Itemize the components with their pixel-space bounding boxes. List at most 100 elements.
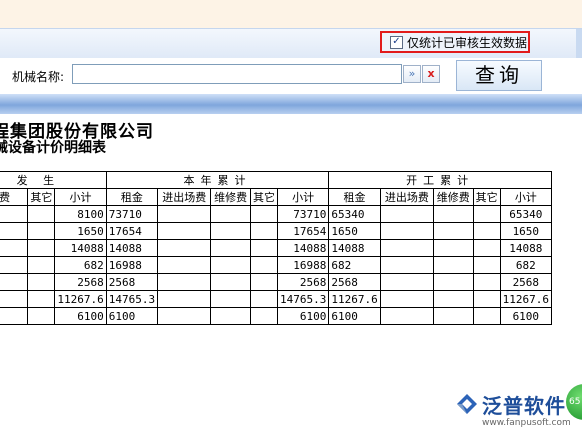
cell-year-other <box>250 205 278 223</box>
group-current: 发 生 <box>0 171 107 189</box>
cell-year-in-out <box>157 273 212 291</box>
cell-year-repair <box>210 273 251 291</box>
cell-year-in-out <box>157 205 212 223</box>
cell-year-in-out <box>157 290 212 308</box>
cell-year-subtotal: 17654 <box>276 222 330 240</box>
col-start-other: 其它 <box>472 188 501 206</box>
machine-name-label: 机械名称: <box>12 70 65 84</box>
col-year-repair: 维修费 <box>210 188 251 206</box>
cell-current-other <box>27 256 56 274</box>
group-year-to-date: 本年累计 <box>105 171 330 189</box>
cell-year-subtotal: 14088 <box>276 239 330 257</box>
col-year-subtotal: 小计 <box>276 188 330 206</box>
report-toolbar-band <box>0 94 582 114</box>
cell-start-subtotal: 11267.6 <box>499 290 553 308</box>
cell-year-other <box>250 273 278 291</box>
cell-year-rent: 14088 <box>105 239 159 257</box>
cell-current-subtotal: 11267.6 <box>54 290 107 308</box>
cell-current-subtotal: 1650 <box>54 222 107 240</box>
cell-start-in-out <box>379 273 434 291</box>
report-title: 械设备计价明细表 <box>0 140 106 156</box>
cell-start-repair <box>432 256 474 274</box>
cell-start-rent: 2568 <box>328 273 381 291</box>
cell-current-other <box>27 307 56 325</box>
cell-start-subtotal: 1650 <box>499 222 553 240</box>
cell-year-rent: 6100 <box>105 307 159 325</box>
cell-start-rent: 6100 <box>328 307 381 325</box>
cell-start-in-out <box>379 307 434 325</box>
col-other: 其它 <box>27 188 56 206</box>
cell-start-rent: 682 <box>328 256 381 274</box>
cell-year-subtotal: 6100 <box>276 307 330 325</box>
cell-current-subtotal: 8100 <box>54 205 107 223</box>
cell-start-subtotal: 6100 <box>499 307 553 325</box>
cell-current-repair <box>0 290 29 308</box>
cell-start-in-out <box>379 222 434 240</box>
cell-current-subtotal: 14088 <box>54 239 107 257</box>
col-start-in-out: 进出场费 <box>379 188 434 206</box>
col-year-in-out: 进出场费 <box>157 188 212 206</box>
col-start-rent: 租金 <box>328 188 381 206</box>
cell-start-subtotal: 2568 <box>499 273 553 291</box>
cell-year-in-out <box>157 239 212 257</box>
cell-start-other <box>472 307 501 325</box>
brand-mark-icon <box>457 394 477 414</box>
brand-url: www.fanpusoft.com <box>482 418 571 428</box>
cell-start-repair <box>432 273 474 291</box>
cell-year-other <box>250 307 278 325</box>
machine-name-input[interactable] <box>72 64 402 84</box>
cell-year-subtotal: 16988 <box>276 256 330 274</box>
cell-start-subtotal: 682 <box>499 256 553 274</box>
cell-start-in-out <box>379 239 434 257</box>
cell-start-rent: 14088 <box>328 239 381 257</box>
cell-current-repair <box>0 273 29 291</box>
cell-year-repair <box>210 307 251 325</box>
report-rows: 8100 73710 73710 65340 65340 1650 17654 17654 16… <box>0 205 553 325</box>
cell-start-in-out <box>379 290 434 308</box>
cell-year-other <box>250 222 278 240</box>
cell-year-repair <box>210 239 251 257</box>
status-badge[interactable]: 65 <box>566 384 582 420</box>
search-row: 机械名称: » x 查询 <box>0 58 582 94</box>
cell-start-repair <box>432 222 474 240</box>
table-row: 2568 2568 2568 2568 2568 <box>0 273 553 291</box>
cell-start-subtotal: 65340 <box>499 205 553 223</box>
cell-start-other <box>472 239 501 257</box>
cell-year-rent: 14765.3 <box>105 290 159 308</box>
cell-year-repair <box>210 222 251 240</box>
cell-start-in-out <box>379 256 434 274</box>
table-row: 682 16988 16988 682 682 <box>0 256 553 274</box>
verified-only-label: 仅统计已审核生效数据 <box>407 35 528 50</box>
cell-current-repair <box>0 256 29 274</box>
top-bar <box>0 0 582 29</box>
cell-year-in-out <box>157 256 212 274</box>
verified-only-option[interactable]: ✓ 仅统计已审核生效数据 <box>380 31 530 53</box>
brand-name: 泛普软件 <box>482 393 566 418</box>
cell-current-other <box>27 222 56 240</box>
cell-start-rent: 11267.6 <box>328 290 381 308</box>
clear-button[interactable]: x <box>422 65 440 83</box>
cell-year-repair <box>210 290 251 308</box>
cell-start-repair <box>432 290 474 308</box>
cell-start-other <box>472 222 501 240</box>
cell-start-rent: 65340 <box>328 205 381 223</box>
verified-only-checkbox[interactable]: ✓ <box>390 35 403 49</box>
cell-year-subtotal: 73710 <box>276 205 330 223</box>
query-button[interactable]: 查询 <box>456 60 542 91</box>
table-row: 11267.6 14765.3 14765.3 11267.6 11267.6 <box>0 290 553 308</box>
cell-year-in-out <box>157 307 212 325</box>
cell-current-subtotal: 6100 <box>54 307 107 325</box>
cell-current-other <box>27 205 56 223</box>
table-row: 14088 14088 14088 14088 14088 <box>0 239 553 257</box>
col-year-other: 其它 <box>250 188 278 206</box>
more-button[interactable]: » <box>403 65 421 83</box>
col-start-subtotal: 小计 <box>499 188 553 206</box>
filter-bar-edge <box>576 29 582 59</box>
table-row: 1650 17654 17654 1650 1650 <box>0 222 553 240</box>
cell-start-in-out <box>379 205 434 223</box>
cell-current-other <box>27 290 56 308</box>
col-start-repair: 维修费 <box>432 188 474 206</box>
cell-start-repair <box>432 307 474 325</box>
cell-start-other <box>472 205 501 223</box>
cell-start-repair <box>432 205 474 223</box>
